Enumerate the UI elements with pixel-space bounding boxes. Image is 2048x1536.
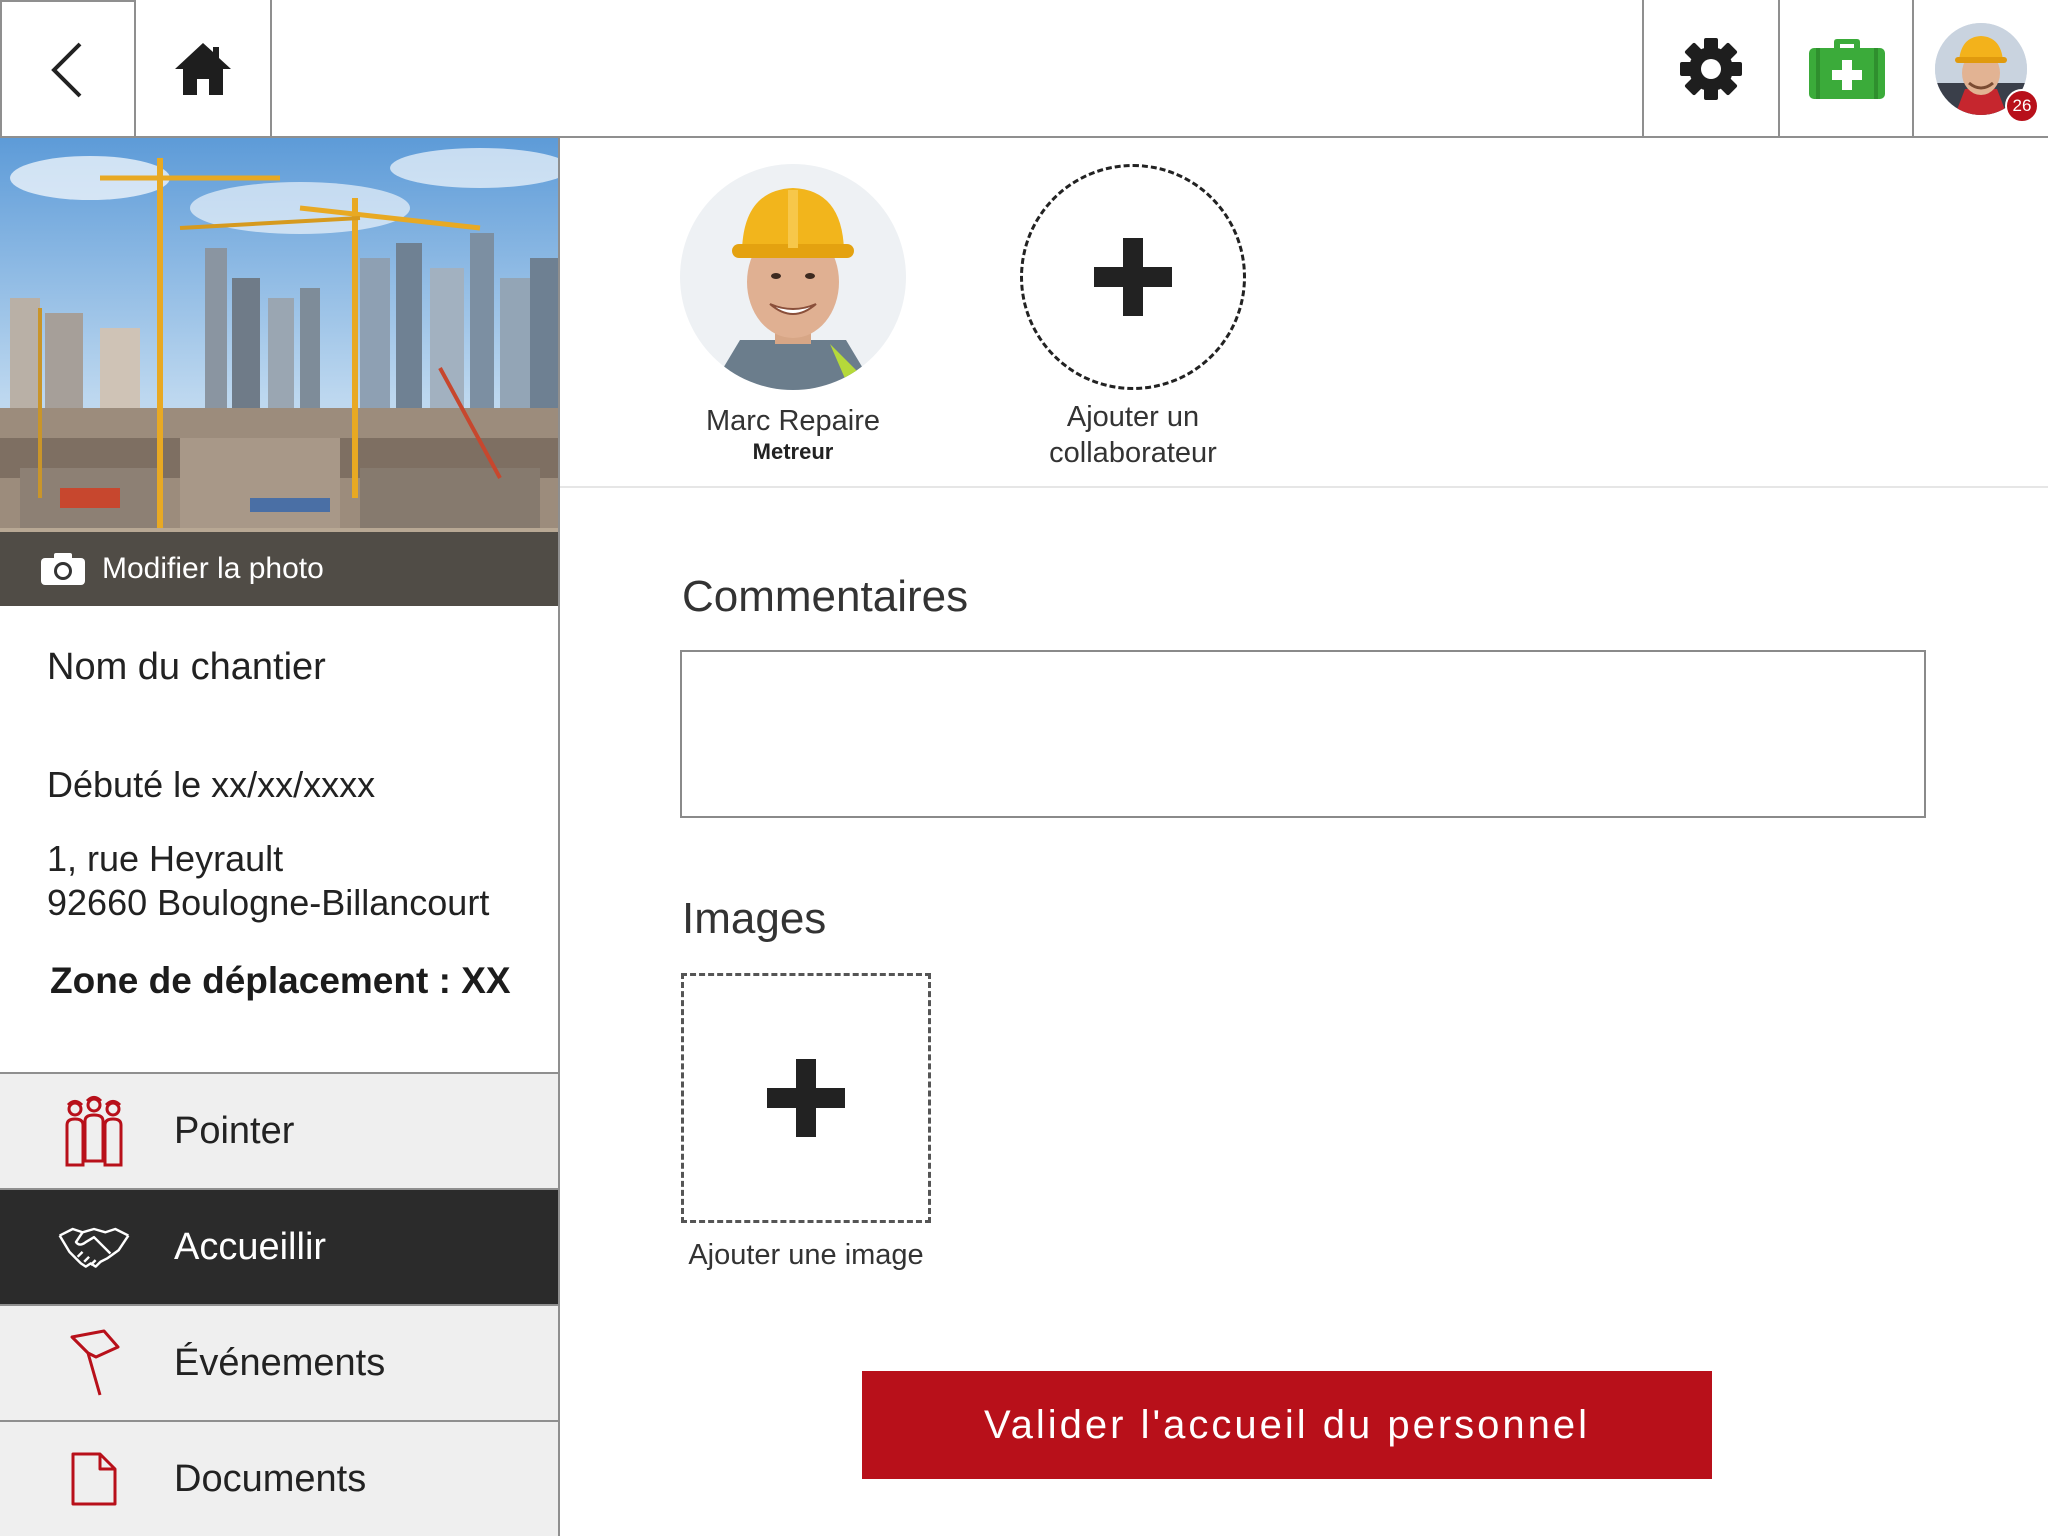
flag-icon (70, 1329, 120, 1396)
nav-item-accueillir[interactable]: Accueillir (0, 1188, 558, 1304)
notification-badge: 26 (2005, 89, 2039, 123)
validate-welcome-button[interactable]: Valider l'accueil du personnel (862, 1371, 1712, 1479)
site-nav: Pointer Accueillir Événements Documents (0, 1072, 558, 1536)
change-photo-button[interactable]: Modifier la photo (0, 532, 558, 606)
images-title: Images (682, 894, 827, 943)
profile-button[interactable]: 26 (1912, 0, 2048, 138)
camera-icon (41, 553, 85, 585)
top-bar: 26 (0, 0, 2048, 138)
gear-icon (1680, 38, 1742, 100)
comments-title: Commentaires (682, 572, 969, 621)
chevron-left-icon (51, 42, 82, 98)
settings-button[interactable] (1642, 0, 1778, 138)
comments-input[interactable] (680, 650, 1926, 818)
add-collaborator-button[interactable]: Ajouter un collaborateur (1018, 164, 1248, 471)
nav-item-pointer[interactable]: Pointer (0, 1072, 558, 1188)
site-start-date: Débuté le xx/xx/xxxx (47, 764, 376, 805)
nav-item-evenements[interactable]: Événements (0, 1304, 558, 1420)
travel-zone: Zone de déplacement : XX (50, 960, 511, 1001)
divider (560, 486, 2048, 488)
site-address-line1: 1, rue Heyrault (47, 838, 284, 879)
plus-icon (1094, 238, 1172, 316)
first-aid-button[interactable] (1778, 0, 1914, 138)
workers-icon (65, 1096, 123, 1167)
document-icon (71, 1452, 117, 1506)
collaborator-card[interactable]: Marc Repaire Metreur (678, 164, 908, 465)
add-collaborator-label: Ajouter un collaborateur (1049, 401, 1217, 469)
plus-icon (767, 1059, 845, 1137)
user-avatar: 26 (1935, 23, 2039, 123)
collaborator-avatar (680, 164, 906, 390)
collaborator-role: Metreur (752, 438, 834, 464)
collaborator-name: Marc Repaire (705, 405, 881, 437)
home-icon (175, 43, 231, 95)
nav-label: Pointer (174, 1109, 295, 1152)
site-address-line2: 92660 Boulogne-Billancourt (47, 882, 490, 923)
nav-label: Accueillir (174, 1225, 327, 1268)
first-aid-kit-icon (1809, 39, 1885, 99)
site-panel: Modifier la photo Nom du chantier Débuté… (0, 138, 560, 1536)
site-name: Nom du chantier (47, 646, 326, 688)
handshake-icon (58, 1227, 130, 1268)
change-photo-label: Modifier la photo (102, 552, 324, 585)
add-image-button[interactable] (681, 973, 931, 1223)
add-collaborator-circle (1020, 164, 1246, 390)
back-button[interactable] (0, 0, 136, 138)
nav-label: Événements (174, 1341, 386, 1384)
home-button[interactable] (136, 0, 272, 138)
nav-label: Documents (174, 1457, 367, 1500)
nav-item-documents[interactable]: Documents (0, 1420, 558, 1536)
site-photo: Modifier la photo (0, 138, 558, 606)
add-image-label: Ajouter une image (688, 1239, 924, 1271)
main-content: Marc Repaire Metreur Ajouter un collabor… (560, 138, 2048, 1536)
